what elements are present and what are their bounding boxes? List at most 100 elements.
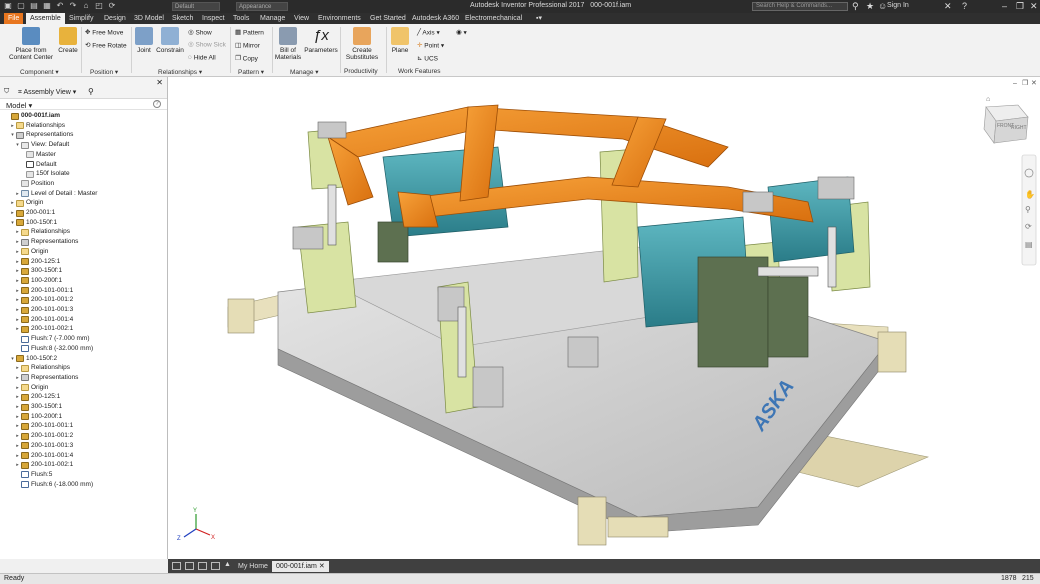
- zoom-icon[interactable]: ⚲: [1025, 205, 1031, 214]
- tree-node[interactable]: ▸ 200-001:1: [9, 208, 55, 218]
- tab-simplify[interactable]: Simplify: [65, 13, 98, 24]
- tree-node[interactable]: ▸ 200-101-002:1: [14, 324, 73, 334]
- joint-button[interactable]: Joint: [134, 27, 154, 54]
- panel-pattern[interactable]: Pattern ▾: [238, 68, 264, 76]
- expand-toggle-icon[interactable]: ▾: [14, 140, 21, 150]
- tile-horizontal-icon[interactable]: [185, 562, 194, 570]
- expand-toggle-icon[interactable]: ▸: [14, 460, 21, 470]
- tree-node[interactable]: ▸ Origin: [14, 247, 48, 257]
- sign-in-link[interactable]: Sign In: [887, 2, 909, 9]
- expand-toggle-icon[interactable]: ▸: [9, 198, 16, 208]
- pan-icon[interactable]: ✋: [1025, 189, 1035, 199]
- ribbon-extra-dropdown[interactable]: ◉ ▾: [456, 29, 467, 38]
- tree-node[interactable]: ▸ 200-101-001:3: [14, 441, 73, 451]
- select-icon[interactable]: ◰: [95, 2, 103, 10]
- restore-icon[interactable]: ❐: [1016, 1, 1024, 12]
- tree-node[interactable]: ▸ Origin: [14, 383, 48, 393]
- tree-node[interactable]: ▸ 200-101-001:1: [14, 421, 73, 431]
- tab-design[interactable]: Design: [100, 13, 130, 24]
- expand-toggle-icon[interactable]: ▸: [14, 315, 21, 325]
- help-search-input[interactable]: Search Help & Commands...: [752, 2, 848, 11]
- orbit-icon[interactable]: ⟳: [1025, 222, 1032, 231]
- doc-minimize-icon[interactable]: –: [1013, 80, 1017, 87]
- hide-all-button[interactable]: ◌ Hide All: [188, 54, 216, 63]
- tab-electromechanical[interactable]: Electromechanical: [461, 13, 526, 24]
- show-sick-button[interactable]: ◎ Show Sick: [188, 41, 226, 50]
- tree-node[interactable]: ▾ Representations: [9, 130, 73, 140]
- tree-node[interactable]: ▸ 300-150f:1: [14, 402, 62, 412]
- expand-toggle-icon[interactable]: ▸: [14, 373, 21, 383]
- expand-toggle-icon[interactable]: ▸: [14, 189, 21, 199]
- expand-toggle-icon[interactable]: ▸: [14, 257, 21, 267]
- plane-button[interactable]: Plane: [390, 27, 410, 54]
- free-move-button[interactable]: ✥ Free Move: [85, 29, 123, 38]
- create-substitutes-button[interactable]: Create Substitutes: [344, 27, 380, 61]
- expand-toggle-icon[interactable]: ▾: [9, 218, 16, 228]
- home-icon[interactable]: ⌂: [82, 2, 90, 10]
- doc-close-icon[interactable]: ✕: [1031, 80, 1037, 87]
- browser-help-icon[interactable]: ?: [153, 100, 161, 108]
- tree-node[interactable]: ▾ 100-150f:1: [9, 218, 57, 228]
- update-icon[interactable]: ⟳: [108, 2, 116, 10]
- tab-environments[interactable]: Environments: [314, 13, 365, 24]
- tree-node[interactable]: ▸ 200-125:1: [14, 392, 60, 402]
- panel-productivity[interactable]: Productivity: [344, 68, 378, 75]
- app-menu-icon[interactable]: ▣: [4, 2, 12, 10]
- doc-restore-icon[interactable]: ❐: [1022, 79, 1028, 87]
- tree-node[interactable]: ▾ View: Default: [14, 140, 69, 150]
- expand-toggle-icon[interactable]: ▸: [9, 208, 16, 218]
- tree-node[interactable]: ▸ 200-101-001:2: [14, 431, 73, 441]
- assembly-view-dropdown[interactable]: ⌗ Assembly View ▾: [18, 88, 76, 97]
- cascade-icon[interactable]: [198, 562, 207, 570]
- doc-list-icon[interactable]: ▲: [224, 561, 231, 568]
- tree-node[interactable]: Default: [19, 160, 57, 170]
- axis-button[interactable]: ╱ Axis ▾: [417, 29, 440, 38]
- create-component-button[interactable]: Create: [58, 27, 78, 54]
- tab-manage[interactable]: Manage: [256, 13, 289, 24]
- exchange-icon[interactable]: ✕: [944, 1, 952, 12]
- project-dropdown[interactable]: Default: [172, 2, 220, 11]
- help-icon[interactable]: ?: [962, 1, 967, 11]
- expand-toggle-icon[interactable]: ▸: [14, 402, 21, 412]
- place-from-content-center-button[interactable]: Place from Content Center: [6, 27, 56, 61]
- expand-toggle-icon[interactable]: ▸: [14, 305, 21, 315]
- expand-toggle-icon[interactable]: ▸: [14, 276, 21, 286]
- expand-toggle-icon[interactable]: ▾: [9, 354, 16, 364]
- tree-node[interactable]: ▸ Representations: [14, 373, 78, 383]
- expand-toggle-icon[interactable]: ▸: [14, 363, 21, 373]
- user-icon[interactable]: ☺: [878, 1, 887, 11]
- tab-file[interactable]: File: [4, 13, 24, 24]
- tab-tools[interactable]: Tools: [229, 13, 253, 24]
- tree-node[interactable]: ▸ 100-200f:1: [14, 276, 62, 286]
- expand-toggle-icon[interactable]: ▸: [14, 247, 21, 257]
- panel-position[interactable]: Position ▾: [90, 68, 118, 76]
- binoculars-icon[interactable]: ⚲: [852, 1, 859, 12]
- tree-node[interactable]: ▸ 200-101-001:4: [14, 451, 73, 461]
- tree-node[interactable]: Flush:8 (-32.000 mm): [14, 344, 93, 354]
- graphics-viewport[interactable]: ASKA FRONT RIGHT ⌂ ✋ ⚲ ⟳ ▤ – ❐ ✕ Y X Z: [168, 77, 1040, 559]
- tree-node[interactable]: ▸ 200-125:1: [14, 257, 60, 267]
- tree-node[interactable]: ▾ 100-150f:2: [9, 354, 57, 364]
- tree-node[interactable]: ▸ Representations: [14, 237, 78, 247]
- free-rotate-button[interactable]: ⟲ Free Rotate: [85, 42, 127, 51]
- star-icon[interactable]: ★: [866, 1, 874, 12]
- open-icon[interactable]: ▤: [30, 2, 38, 10]
- tree-node[interactable]: Flush:5: [14, 470, 52, 480]
- tree-node[interactable]: ▸ Relationships: [9, 121, 65, 131]
- save-icon[interactable]: ▦: [43, 2, 51, 10]
- tree-node[interactable]: ▸ Relationships: [14, 363, 70, 373]
- expand-toggle-icon[interactable]: ▸: [14, 392, 21, 402]
- undo-icon[interactable]: ↶: [56, 2, 64, 10]
- tree-node[interactable]: ▸ 100-200f:1: [14, 412, 62, 422]
- expand-toggle-icon[interactable]: ▸: [9, 121, 16, 131]
- constrain-button[interactable]: Constrain: [154, 27, 186, 54]
- expand-toggle-icon[interactable]: ▸: [14, 383, 21, 393]
- tree-node[interactable]: ▸ 200-101-001:4: [14, 315, 73, 325]
- look-at-icon[interactable]: ▤: [1025, 240, 1033, 249]
- tree-node[interactable]: ▸ Origin: [9, 198, 43, 208]
- browser-close-icon[interactable]: ✕: [156, 78, 163, 87]
- tree-node[interactable]: Master: [19, 150, 56, 160]
- tab-document[interactable]: 000-001f.iam ✕: [272, 561, 329, 572]
- expand-toggle-icon[interactable]: ▸: [14, 412, 21, 422]
- redo-icon[interactable]: ↷: [69, 2, 77, 10]
